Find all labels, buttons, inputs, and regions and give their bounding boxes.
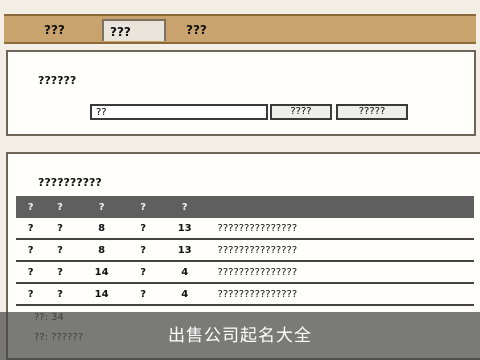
table-row: ? ? 8 ? 13 ??????????????? xyxy=(16,218,474,240)
secondary-button[interactable]: ????? xyxy=(336,104,408,120)
table-cell: 8 xyxy=(74,239,129,262)
name-input[interactable] xyxy=(90,104,268,120)
table-cell-description: ??????????????? xyxy=(211,261,474,284)
table-cell: 8 xyxy=(74,218,129,240)
table-cell: 14 xyxy=(74,261,129,284)
tab-bar: ??? ??? ??? xyxy=(4,14,476,44)
table-cell: ? xyxy=(45,218,75,240)
table-cell: ? xyxy=(45,239,75,262)
column-header: ? xyxy=(16,196,46,218)
table-row: ? ? 14 ? 4 ??????????????? xyxy=(16,283,474,306)
table-cell: ? xyxy=(45,261,75,284)
table-cell: ? xyxy=(128,283,158,306)
tab-1[interactable]: ??? xyxy=(38,19,98,41)
submit-button[interactable]: ???? xyxy=(270,104,332,120)
table-cell-description: ??????????????? xyxy=(211,218,474,240)
table-row: ? ? 8 ? 13 ??????????????? xyxy=(16,239,474,262)
table-row: ? ? 14 ? 4 ??????????????? xyxy=(16,261,474,284)
table-header-row: ? ? ? ? ? xyxy=(16,196,474,218)
table-cell: ? xyxy=(45,283,75,306)
tab-2-active[interactable]: ??? xyxy=(102,19,166,41)
name-input-panel: ?????? ???? ????? xyxy=(6,50,476,136)
column-header: ? xyxy=(128,196,158,218)
tab-3[interactable]: ??? xyxy=(180,19,236,41)
column-header: ? xyxy=(74,196,129,218)
table-cell: ? xyxy=(16,261,46,284)
input-label: ?????? xyxy=(38,74,77,87)
table-cell: 13 xyxy=(157,218,212,240)
table-cell: ? xyxy=(128,218,158,240)
table-cell: ? xyxy=(128,239,158,262)
table-cell: ? xyxy=(16,283,46,306)
column-header: ? xyxy=(45,196,75,218)
column-header xyxy=(211,196,474,218)
table-cell-description: ??????????????? xyxy=(211,239,474,262)
table-cell: 13 xyxy=(157,239,212,262)
table-cell: ? xyxy=(16,218,46,240)
results-table: ? ? ? ? ? ? ? 8 ? 13 ??????????????? ? ?… xyxy=(16,196,474,306)
column-header: ? xyxy=(157,196,212,218)
caption-banner: 出售公司起名大全 xyxy=(0,312,480,360)
table-cell: 4 xyxy=(157,261,212,284)
table-cell-description: ??????????????? xyxy=(211,283,474,306)
table-cell: ? xyxy=(128,261,158,284)
table-cell: 4 xyxy=(157,283,212,306)
results-title: ?????????? xyxy=(38,176,102,189)
table-cell: 14 xyxy=(74,283,129,306)
table-cell: ? xyxy=(16,239,46,262)
